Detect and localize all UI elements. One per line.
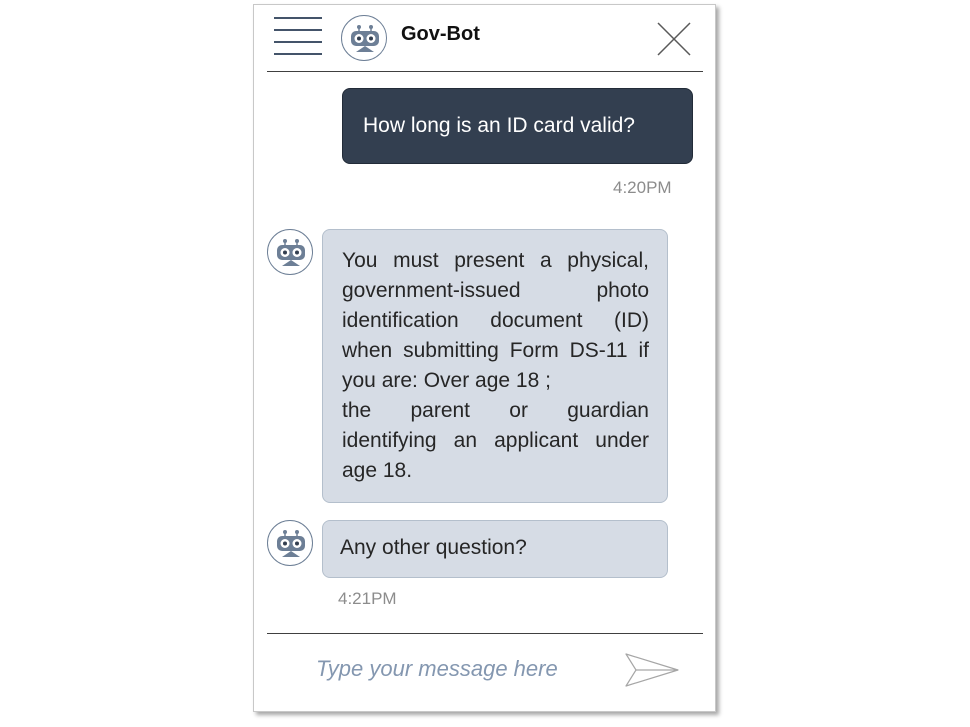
bot-message-paragraph: the parent or guardian identifying an ap…: [342, 399, 649, 482]
chat-window: Gov-Bot How long is an ID card valid? 4:…: [253, 4, 716, 712]
robot-icon: [277, 239, 305, 266]
bot-avatar: [267, 229, 313, 275]
header-divider: [267, 71, 703, 72]
chat-title: Gov-Bot: [401, 23, 480, 45]
close-icon[interactable]: [655, 20, 693, 58]
user-message-bubble: How long is an ID card valid?: [342, 88, 693, 164]
robot-icon: [351, 25, 379, 52]
message-input[interactable]: [316, 653, 616, 685]
bot-avatar: [267, 520, 313, 566]
send-icon[interactable]: [624, 652, 680, 688]
bot-message-bubble: You must present a physical, government-…: [322, 229, 668, 503]
robot-icon: [277, 530, 305, 557]
bot-message-bubble: Any other question?: [322, 520, 668, 578]
composer-divider: [267, 633, 703, 634]
bot-message-text: Any other question?: [340, 536, 527, 559]
bot-avatar: [341, 15, 387, 61]
bot-message-paragraph: You must present a physical, government-…: [342, 249, 649, 392]
user-message-text: How long is an ID card valid?: [363, 114, 635, 137]
user-message-timestamp: 4:20PM: [613, 178, 672, 197]
hamburger-menu-icon[interactable]: [274, 17, 324, 55]
bot-message-timestamp: 4:21PM: [338, 589, 397, 608]
